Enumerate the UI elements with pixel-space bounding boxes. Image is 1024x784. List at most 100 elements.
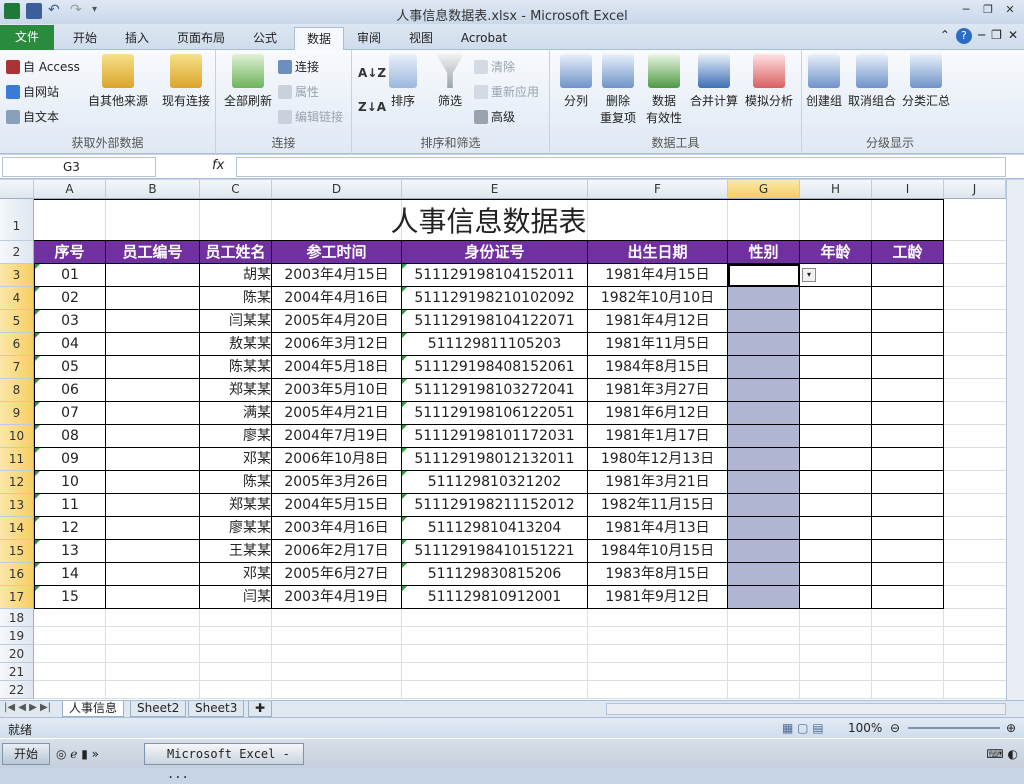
table-cell[interactable]: 郑某某 <box>200 379 272 402</box>
table-cell[interactable]: 2005年4月20日 <box>272 310 402 333</box>
table-cell[interactable] <box>872 356 944 379</box>
table-cell[interactable] <box>728 563 800 586</box>
table-cell[interactable] <box>800 448 872 471</box>
table-cell[interactable]: 511129198101172031 <box>402 425 588 448</box>
advanced-filter-button[interactable]: 高级 <box>474 108 515 125</box>
filter-button[interactable]: 筛选 <box>432 54 468 109</box>
table-cell[interactable] <box>872 402 944 425</box>
row-header-7[interactable]: 7 <box>0 356 34 379</box>
table-cell[interactable]: 03 <box>34 310 106 333</box>
table-cell[interactable] <box>872 425 944 448</box>
table-cell[interactable] <box>728 425 800 448</box>
row-header-15[interactable]: 15 <box>0 540 34 563</box>
from-text-button[interactable]: 自文本 <box>6 108 59 125</box>
table-cell[interactable] <box>800 310 872 333</box>
table-cell[interactable]: 2005年3月26日 <box>272 471 402 494</box>
table-cell[interactable] <box>106 356 200 379</box>
row-header-21[interactable]: 21 <box>0 663 34 681</box>
table-cell[interactable]: 1981年3月21日 <box>588 471 728 494</box>
existing-connections-button[interactable]: 现有连接 <box>158 54 214 109</box>
table-cell[interactable]: 511129198103272041 <box>402 379 588 402</box>
table-cell[interactable] <box>728 402 800 425</box>
taskbar-excel-item[interactable]: Microsoft Excel - ... <box>144 743 304 781</box>
table-cell[interactable] <box>728 471 800 494</box>
table-cell[interactable]: 2004年4月16日 <box>272 287 402 310</box>
table-cell[interactable] <box>872 471 944 494</box>
table-cell[interactable] <box>872 264 944 287</box>
table-cell[interactable]: 13 <box>34 540 106 563</box>
table-cell[interactable] <box>728 517 800 540</box>
table-cell[interactable]: 陈某 <box>200 287 272 310</box>
from-web-button[interactable]: 自网站 <box>6 83 59 100</box>
row-header-20[interactable]: 20 <box>0 645 34 663</box>
table-cell[interactable] <box>728 264 800 287</box>
table-cell[interactable] <box>800 356 872 379</box>
table-cell[interactable] <box>872 379 944 402</box>
table-cell[interactable]: 郑某某 <box>200 494 272 517</box>
table-cell[interactable]: 胡某 <box>200 264 272 287</box>
row-header-17[interactable]: 17 <box>0 586 34 609</box>
worksheet[interactable]: A B C D E F G H I J 1 2 3 4 5 6 7 8 9 10 11 12 13 14 15 16 17 18 19 2… <box>0 180 1006 700</box>
horizontal-scrollbar[interactable] <box>606 703 1006 715</box>
table-cell[interactable]: 陈某某 <box>200 356 272 379</box>
minimize-ribbon-icon[interactable]: ⌃ <box>940 28 950 44</box>
table-cell[interactable]: 511129810413204 <box>402 517 588 540</box>
table-cell[interactable] <box>728 356 800 379</box>
table-cell[interactable]: 511129198210102092 <box>402 287 588 310</box>
table-cell[interactable] <box>800 540 872 563</box>
tab-acrobat[interactable]: Acrobat <box>452 27 516 50</box>
tab-page-layout[interactable]: 页面布局 <box>168 27 234 50</box>
table-cell[interactable]: 1981年4月13日 <box>588 517 728 540</box>
table-cell[interactable]: 闫某 <box>200 586 272 609</box>
consolidate-button[interactable]: 合并计算 <box>688 54 740 109</box>
table-cell[interactable]: 1982年11月15日 <box>588 494 728 517</box>
table-cell[interactable]: 廖某某 <box>200 517 272 540</box>
table-cell[interactable]: 2004年5月15日 <box>272 494 402 517</box>
clear-filter-button[interactable]: 清除 <box>474 58 515 75</box>
validation-dropdown-icon[interactable]: ▾ <box>802 268 816 282</box>
table-cell[interactable]: 2006年2月17日 <box>272 540 402 563</box>
table-cell[interactable] <box>106 310 200 333</box>
workbook-restore-icon[interactable]: ❐ <box>991 28 1002 44</box>
minimize-icon[interactable]: ─ <box>956 2 976 18</box>
table-cell[interactable]: 敖某某 <box>200 333 272 356</box>
row-header-22[interactable]: 22 <box>0 681 34 699</box>
help-icon[interactable]: ? <box>955 28 972 44</box>
row-header-8[interactable]: 8 <box>0 379 34 402</box>
remove-duplicates-button[interactable]: 删除 重复项 <box>596 54 640 126</box>
table-cell[interactable]: 1982年10月10日 <box>588 287 728 310</box>
table-cell[interactable]: 511129810321202 <box>402 471 588 494</box>
connections-button[interactable]: 连接 <box>278 58 319 75</box>
group-button[interactable]: 创建组 <box>804 54 844 109</box>
formula-input[interactable] <box>236 157 1006 177</box>
view-buttons[interactable]: ▦ ▢ ▤ <box>782 721 824 735</box>
table-cell[interactable]: 1981年1月17日 <box>588 425 728 448</box>
tab-home[interactable]: 开始 <box>60 27 110 50</box>
table-cell[interactable]: 2004年5月18日 <box>272 356 402 379</box>
start-button[interactable]: 开始 <box>2 743 50 765</box>
workbook-minimize-icon[interactable]: ─ <box>978 28 985 44</box>
insert-function-icon[interactable]: fx <box>212 158 224 173</box>
table-cell[interactable] <box>800 333 872 356</box>
column-header-i[interactable]: I <box>872 180 944 199</box>
column-header-d[interactable]: D <box>272 180 402 199</box>
table-cell[interactable]: 04 <box>34 333 106 356</box>
column-header-j[interactable]: J <box>944 180 1006 199</box>
table-cell[interactable]: 廖某 <box>200 425 272 448</box>
sort-desc-button[interactable]: Z↓A <box>358 100 386 114</box>
table-cell[interactable] <box>106 494 200 517</box>
table-cell[interactable]: 王某某 <box>200 540 272 563</box>
table-cell[interactable]: 05 <box>34 356 106 379</box>
insert-sheet-icon[interactable]: ✚ <box>248 701 273 717</box>
from-access-button[interactable]: 自 Access <box>6 58 80 75</box>
row-header-14[interactable]: 14 <box>0 517 34 540</box>
row-header-1[interactable]: 1 <box>0 199 34 241</box>
column-header-b[interactable]: B <box>106 180 200 199</box>
table-cell[interactable]: 511129810912001 <box>402 586 588 609</box>
table-cell[interactable]: 陈某 <box>200 471 272 494</box>
zoom-level[interactable]: 100% <box>848 721 882 735</box>
tab-formulas[interactable]: 公式 <box>240 27 290 50</box>
row-header-19[interactable]: 19 <box>0 627 34 645</box>
select-all-corner[interactable] <box>0 180 34 199</box>
properties-button[interactable]: 属性 <box>278 83 319 100</box>
